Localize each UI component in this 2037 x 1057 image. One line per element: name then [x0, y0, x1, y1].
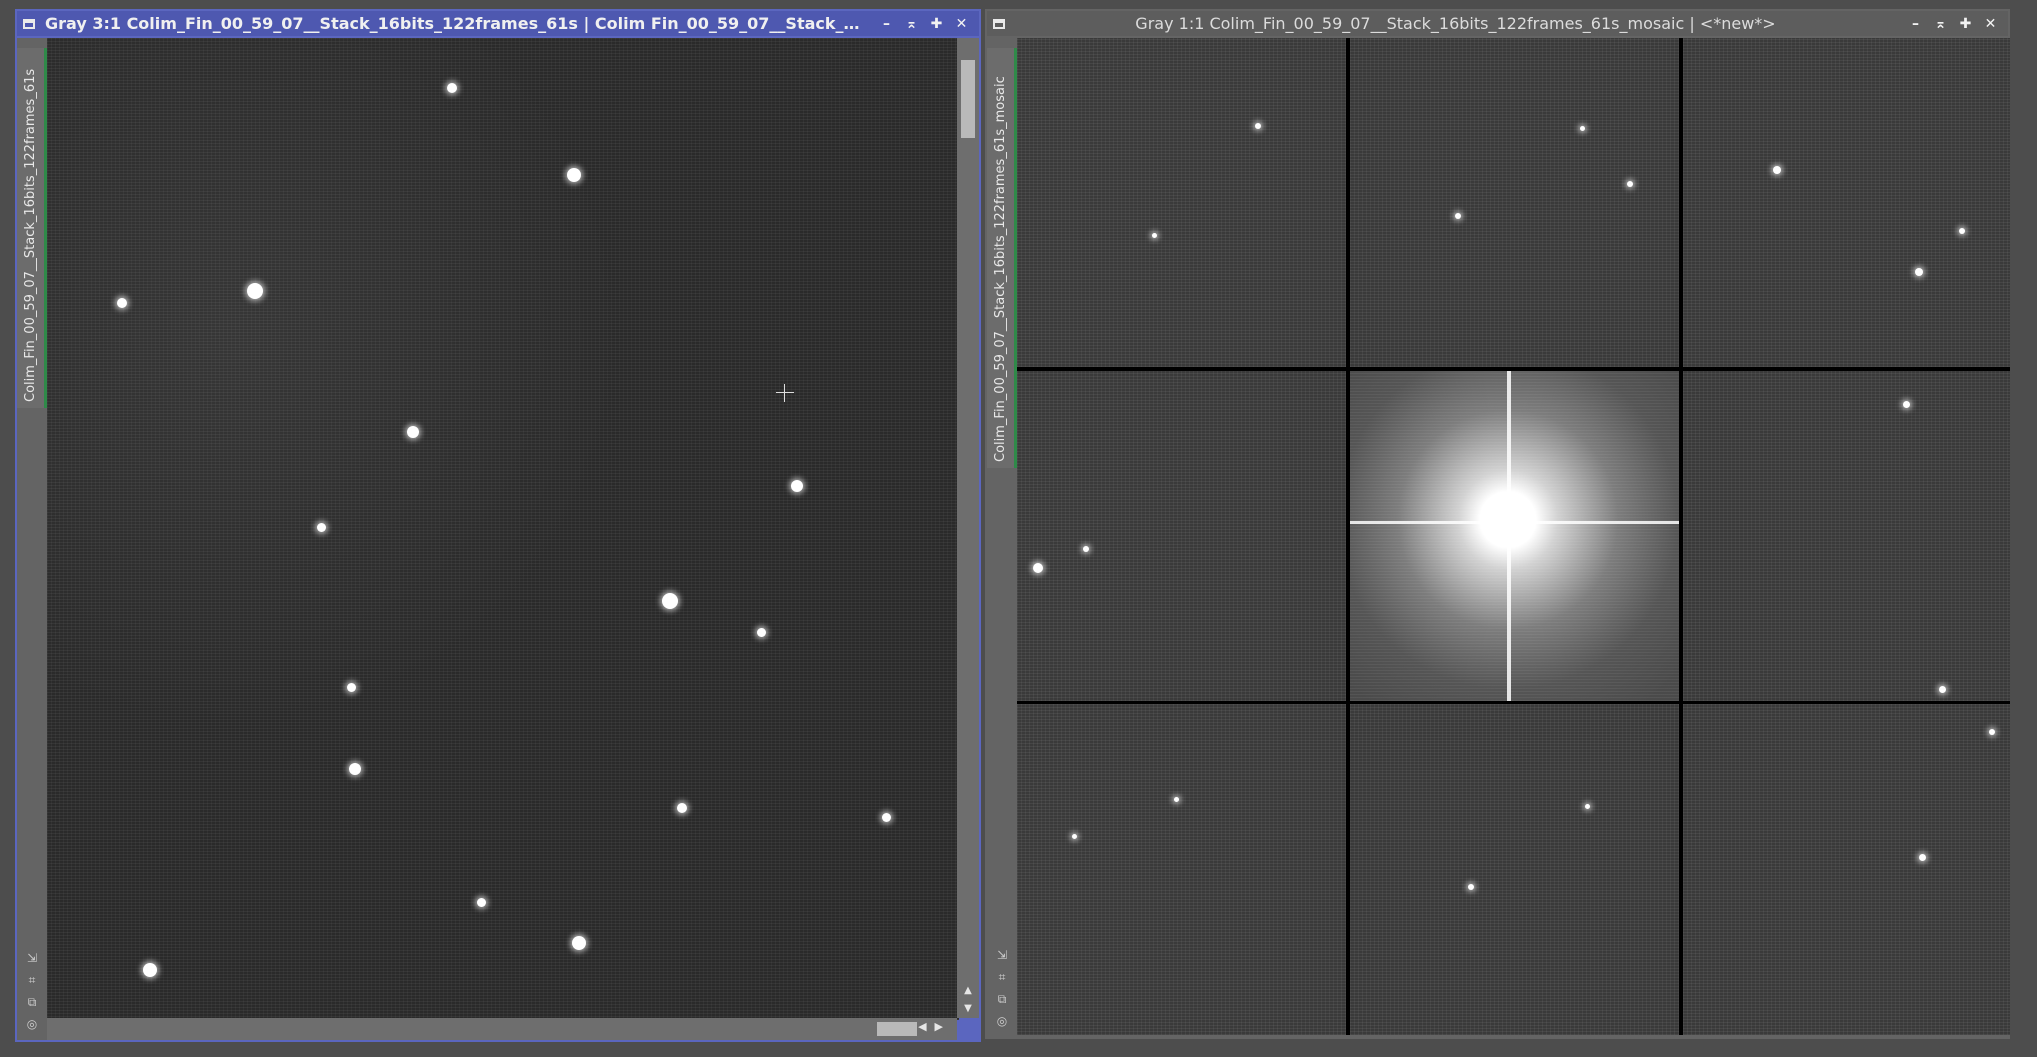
view-sidebar: Colim_Fin_00_59_07__Stack_16bits_122fram…	[17, 38, 47, 1040]
target-icon[interactable]: ◎	[27, 1016, 37, 1032]
window-titlebar[interactable]: Gray 3:1 Colim_Fin_00_59_07__Stack_16bit…	[17, 11, 979, 36]
image-window-left[interactable]: Gray 3:1 Colim_Fin_00_59_07__Stack_16bit…	[15, 9, 981, 1042]
minimize-button[interactable]: –	[1906, 14, 1925, 33]
star-field-image	[47, 38, 959, 1020]
scroll-left-right-arrows-icon[interactable]: ◀▶	[918, 1020, 951, 1033]
mosaic-tile-bright-star	[1350, 371, 1679, 701]
mosaic-tile	[1017, 38, 1346, 367]
crop-icon[interactable]: ⌗	[29, 972, 36, 988]
image-identifier-label: Colim_Fin_00_59_07__Stack_16bits_122fram…	[23, 68, 38, 402]
vertical-scroll-thumb[interactable]	[961, 60, 975, 138]
minimize-button[interactable]: –	[877, 14, 896, 33]
mosaic-tile	[1350, 38, 1679, 367]
mosaic-tile	[1683, 371, 2010, 701]
crop-icon[interactable]: ⌗	[999, 969, 1006, 985]
window-menu-icon[interactable]	[23, 18, 35, 29]
horizontal-scrollbar[interactable]: ◀▶	[47, 1018, 957, 1040]
mosaic-viewport[interactable]	[1017, 38, 2010, 1035]
image-identifier-tab[interactable]: Colim_Fin_00_59_07__Stack_16bits_122fram…	[17, 48, 47, 408]
view-sidebar: Colim_Fin_00_59_07__Stack_16bits_122fram…	[987, 38, 1017, 1037]
mosaic-tile	[1017, 371, 1346, 701]
vertical-scrollbar[interactable]: ▲ ▼	[957, 38, 979, 1018]
mosaic-tile	[1683, 704, 2010, 1035]
resize-icon[interactable]: ⇲	[27, 950, 37, 966]
window-titlebar[interactable]: Gray 1:1 Colim_Fin_00_59_07__Stack_16bit…	[987, 11, 2008, 36]
image-viewport[interactable]	[47, 38, 959, 1020]
scroll-down-arrow-icon[interactable]: ▼	[957, 1003, 979, 1014]
close-button[interactable]: ✕	[1981, 14, 2000, 33]
crosshair-icon	[776, 384, 794, 402]
window-menu-icon[interactable]	[993, 18, 1005, 29]
clone-icon[interactable]: ⧉	[998, 991, 1007, 1007]
shade-button[interactable]: ⌅	[902, 14, 921, 33]
horizontal-scroll-thumb[interactable]	[877, 1022, 917, 1036]
mosaic-tile	[1683, 38, 2010, 367]
resize-icon[interactable]: ⇲	[997, 947, 1007, 963]
image-identifier-label: Colim_Fin_00_59_07__Stack_16bits_122fram…	[993, 76, 1008, 462]
mosaic-tile	[1350, 704, 1679, 1035]
image-window-right[interactable]: Gray 1:1 Colim_Fin_00_59_07__Stack_16bit…	[985, 9, 2010, 1039]
close-button[interactable]: ✕	[952, 14, 971, 33]
maximize-button[interactable]: ✚	[1956, 14, 1975, 33]
mosaic-tile	[1017, 704, 1346, 1035]
image-identifier-tab[interactable]: Colim_Fin_00_59_07__Stack_16bits_122fram…	[987, 48, 1017, 468]
maximize-button[interactable]: ✚	[927, 14, 946, 33]
scroll-up-arrow-icon[interactable]: ▲	[957, 985, 979, 996]
clone-icon[interactable]: ⧉	[28, 994, 37, 1010]
window-title: Gray 1:1 Colim_Fin_00_59_07__Stack_16bit…	[1135, 14, 1776, 33]
target-icon[interactable]: ◎	[997, 1013, 1007, 1029]
shade-button[interactable]: ⌅	[1931, 14, 1950, 33]
window-title: Gray 3:1 Colim_Fin_00_59_07__Stack_16bit…	[45, 14, 877, 33]
